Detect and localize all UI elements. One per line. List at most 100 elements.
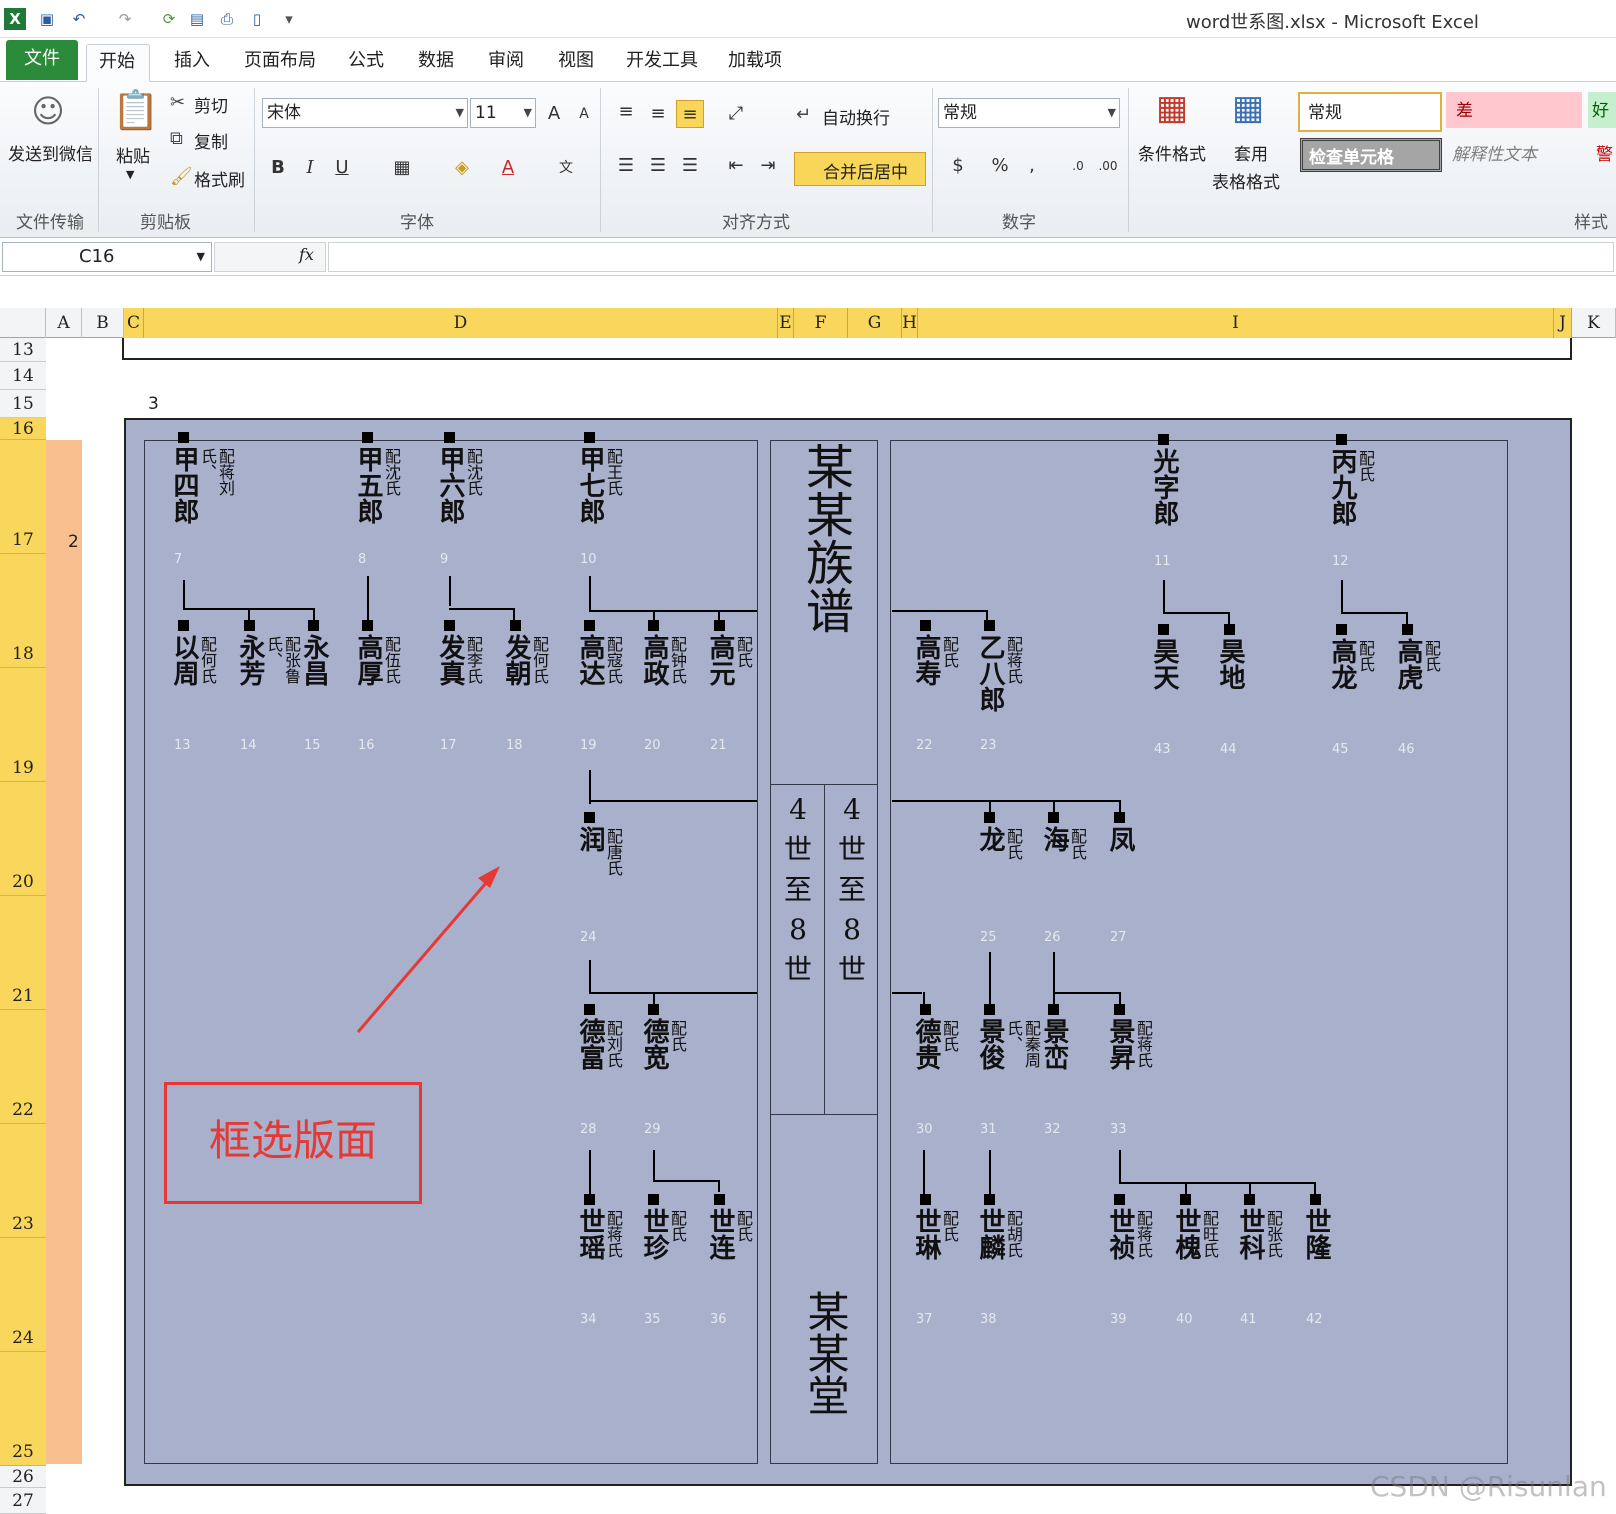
style-explanatory[interactable]: 解释性文本 [1452,140,1537,165]
style-good[interactable]: 好 [1588,92,1616,128]
table-format-button[interactable]: 套用 [1234,140,1268,165]
save-icon[interactable]: ▣ [36,8,58,30]
decrease-decimal-icon[interactable]: .00 [1094,152,1122,180]
col-header-d[interactable]: D [144,308,778,338]
style-check-cell[interactable]: 检查单元格 [1300,138,1442,172]
increase-decimal-icon[interactable]: .0 [1064,152,1092,180]
grow-font-icon[interactable]: A [540,100,568,128]
row-header-13[interactable]: 13 [0,338,46,362]
border-icon[interactable]: ▦ [388,154,416,182]
align-right-icon[interactable]: ☰ [676,152,704,180]
copy-button[interactable]: 复制 [194,128,228,153]
col-header-f[interactable]: F [794,308,848,338]
row-header-15[interactable]: 15 [0,390,46,418]
col-header-c[interactable]: C [124,308,144,338]
merged-cell-row13[interactable] [122,338,1572,360]
print-preview-icon[interactable]: ⎙ [216,8,238,30]
paste-icon[interactable]: 📋 [112,88,159,133]
align-middle-icon[interactable]: ≡ [644,100,672,128]
row-header-17[interactable]: 17 [0,440,46,554]
send-to-wechat-button[interactable]: 发送到微信 [8,140,93,165]
style-normal[interactable]: 常规 [1298,92,1442,132]
font-color-icon[interactable]: A [494,154,522,182]
table-format-icon[interactable]: ▦ [1228,88,1268,128]
row-header-16[interactable]: 16 [0,418,46,440]
tab-review[interactable]: 审阅 [476,44,536,82]
tab-formulas[interactable]: 公式 [336,44,396,82]
currency-icon[interactable]: $ [944,152,972,180]
italic-icon[interactable]: I [296,154,324,182]
undo-icon[interactable]: ↶ [68,8,90,30]
paste-dropdown-icon[interactable]: ▼ [126,168,134,181]
cell-c15[interactable]: 3 [148,394,159,414]
bold-icon[interactable]: B [264,154,292,182]
align-center-icon[interactable]: ☰ [644,152,672,180]
format-painter-button[interactable]: 格式刷 [194,166,245,191]
col-header-i[interactable]: I [918,308,1554,338]
name-box[interactable]: C16 ▼ [2,242,212,272]
row-header-27[interactable]: 27 [0,1488,46,1514]
col-header-k[interactable]: K [1572,308,1616,338]
shrink-font-icon[interactable]: A [570,100,598,128]
document-icon[interactable]: ▯ [246,8,268,30]
customize-quick-access-icon[interactable]: ▾ [278,8,300,30]
form-icon[interactable]: ▤ [186,8,208,30]
fill-color-icon[interactable]: ◈ [448,154,476,182]
comma-icon[interactable]: , [1018,152,1046,180]
font-name-combo[interactable]: 宋体 ▼ [262,98,468,128]
function-icon[interactable]: fx [299,245,314,264]
align-bottom-icon[interactable]: ≡ [676,100,704,128]
tab-developer[interactable]: 开发工具 [614,44,710,82]
orientation-icon[interactable]: ⤢ [722,100,750,128]
row-header-21[interactable]: 21 [0,896,46,1010]
conditional-format-icon[interactable]: ▦ [1152,88,1192,128]
tab-file[interactable]: 文件 [6,40,78,80]
conditional-format-button[interactable]: 条件格式 [1138,140,1206,165]
col-header-e[interactable]: E [778,308,794,338]
style-bad[interactable]: 差 [1446,92,1582,128]
col-header-j[interactable]: J [1554,308,1572,338]
cut-button[interactable]: 剪切 [194,92,228,117]
decrease-indent-icon[interactable]: ⇤ [722,152,750,180]
scissors-icon[interactable]: ✂ [170,92,185,113]
number-format-combo[interactable]: 常规 ▼ [938,98,1120,128]
copy-icon[interactable]: ⧉ [170,128,183,149]
phonetic-icon[interactable]: 文 [552,154,580,182]
tab-page-layout[interactable]: 页面布局 [232,44,328,82]
row-header-14[interactable]: 14 [0,362,46,390]
row-header-22[interactable]: 22 [0,1010,46,1124]
tab-data[interactable]: 数据 [406,44,466,82]
row-header-25[interactable]: 25 [0,1352,46,1466]
tab-insert[interactable]: 插入 [162,44,222,82]
align-left-icon[interactable]: ☰ [612,152,640,180]
row-header-18[interactable]: 18 [0,554,46,668]
paste-button[interactable]: 粘贴 [116,142,150,167]
col-header-a[interactable]: A [46,308,82,338]
row-header-19[interactable]: 19 [0,668,46,782]
tab-addins[interactable]: 加载项 [716,44,794,82]
style-warning[interactable]: 警 [1596,140,1613,165]
font-size-combo[interactable]: 11 ▼ [470,98,536,128]
row-header-26[interactable]: 26 [0,1466,46,1488]
wechat-icon[interactable]: ☺ [28,92,68,130]
tab-view[interactable]: 视图 [546,44,606,82]
select-all-corner[interactable] [0,308,46,338]
refresh-icon[interactable]: ⟳ [158,8,180,30]
merge-center-button[interactable]: 合并后居中 [794,152,926,186]
increase-indent-icon[interactable]: ⇥ [754,152,782,180]
row-header-24[interactable]: 24 [0,1238,46,1352]
col-header-b[interactable]: B [82,308,124,338]
row-header-23[interactable]: 23 [0,1124,46,1238]
align-top-icon[interactable]: ≡ [612,98,640,126]
col-header-h[interactable]: H [902,308,918,338]
formula-input[interactable] [328,242,1614,272]
cell-a17-fill[interactable] [46,440,82,1464]
redo-icon[interactable]: ↷ [114,8,136,30]
row-header-20[interactable]: 20 [0,782,46,896]
underline-icon[interactable]: U [328,154,356,182]
wrap-text-button[interactable]: 自动换行 [822,104,890,129]
percent-icon[interactable]: % [986,152,1014,180]
col-header-g[interactable]: G [848,308,902,338]
tab-home[interactable]: 开始 [86,44,150,82]
format-painter-icon[interactable]: 🖌 [170,166,193,187]
